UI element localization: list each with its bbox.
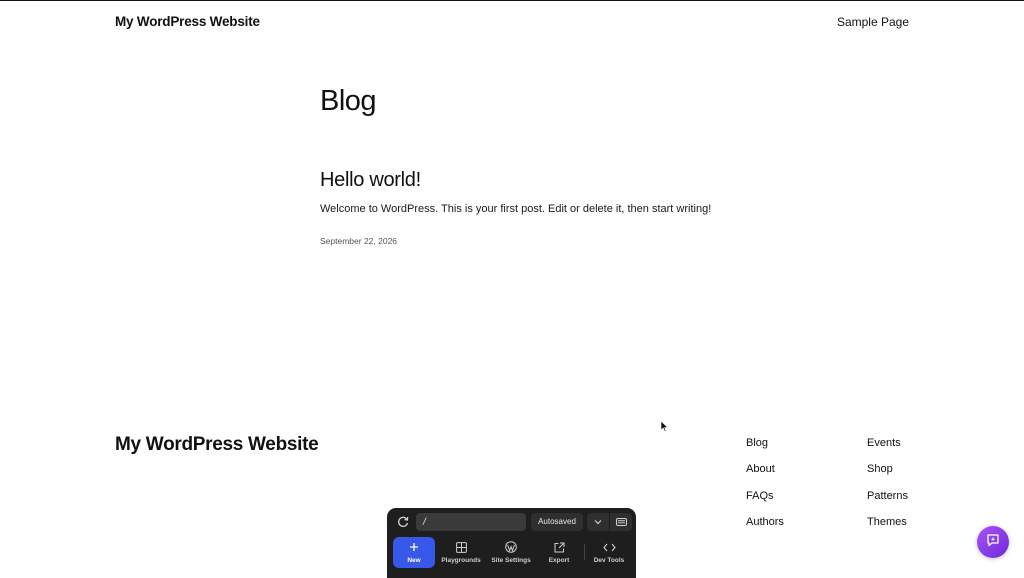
footer-link-faqs[interactable]: FAQs <box>746 488 784 514</box>
footer-link-themes[interactable]: Themes <box>867 514 908 540</box>
chevron-down-icon[interactable] <box>587 513 609 531</box>
footer-link-blog[interactable]: Blog <box>746 435 784 461</box>
toolbar-divider <box>584 544 585 560</box>
mouse-cursor-icon <box>660 419 669 437</box>
footer-link-about[interactable]: About <box>746 461 784 487</box>
footer-links-col1: Blog About FAQs Authors <box>746 435 784 540</box>
export-button-label: Export <box>548 557 570 564</box>
dev-tools-button[interactable]: Dev Tools <box>590 537 628 568</box>
footer-link-events[interactable]: Events <box>867 435 908 461</box>
page-title: Blog <box>320 85 377 117</box>
post-title[interactable]: Hello world! <box>320 169 421 192</box>
code-icon <box>602 540 616 554</box>
post-date[interactable]: September 22, 2026 <box>320 236 397 246</box>
plus-icon <box>409 540 419 554</box>
site-settings-button-label: Site Settings <box>491 557 531 564</box>
new-button-label: New <box>407 557 421 564</box>
footer-link-shop[interactable]: Shop <box>867 461 908 487</box>
export-icon <box>554 540 565 554</box>
ai-assistant-button[interactable] <box>977 526 1009 558</box>
keyboard-icon[interactable] <box>610 513 632 531</box>
footer-links-col2: Events Shop Patterns Themes <box>867 435 908 540</box>
playground-toolbar: / Autosaved New Playgrounds Site Setting… <box>387 508 636 578</box>
url-input[interactable]: / <box>416 513 526 531</box>
post-excerpt: Welcome to WordPress. This is your first… <box>320 203 712 215</box>
ai-chat-icon <box>985 532 1001 553</box>
footer-site-title[interactable]: My WordPress Website <box>115 434 319 456</box>
dev-tools-button-label: Dev Tools <box>593 557 625 564</box>
playgrounds-button[interactable]: Playgrounds <box>439 537 483 568</box>
footer-link-patterns[interactable]: Patterns <box>867 488 908 514</box>
playgrounds-button-label: Playgrounds <box>441 557 481 564</box>
autosaved-button[interactable]: Autosaved <box>531 513 583 531</box>
export-button[interactable]: Export <box>543 537 575 568</box>
nav-link-sample-page[interactable]: Sample Page <box>837 15 909 29</box>
site-settings-button[interactable]: Site Settings <box>488 537 534 568</box>
refresh-icon[interactable] <box>396 515 410 529</box>
footer-link-authors[interactable]: Authors <box>746 514 784 540</box>
new-button[interactable]: New <box>393 537 435 568</box>
grid-icon <box>455 540 467 554</box>
wordpress-icon <box>505 540 517 554</box>
site-title[interactable]: My WordPress Website <box>115 14 260 29</box>
